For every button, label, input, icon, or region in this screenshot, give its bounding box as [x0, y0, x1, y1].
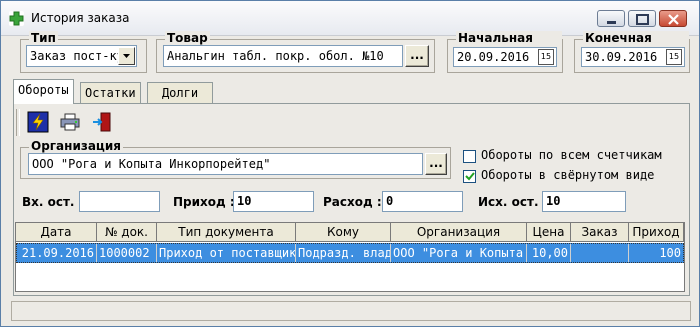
col-header-date[interactable]: Дата	[16, 223, 97, 242]
goods-browse-button[interactable]: ...	[405, 45, 429, 67]
collapsed-view-checkbox[interactable]	[463, 170, 476, 183]
goods-label: Товар	[165, 31, 210, 45]
tab-turnover-label: Обороты	[18, 83, 69, 97]
col-header-docno[interactable]: № док.	[97, 223, 157, 242]
income-value: 10	[237, 194, 252, 208]
tab-turnover[interactable]: Обороты	[13, 79, 74, 104]
tab-balances-label: Остатки	[85, 86, 136, 100]
cell-recipient: Подразд. влад.	[298, 244, 391, 262]
income-label: Приход :	[173, 195, 235, 209]
expense-field[interactable]: 0	[382, 191, 463, 212]
org-value: ООО "Рога и Копыта Инкорпорейтед"	[32, 157, 271, 171]
col-header-order[interactable]: Заказ	[571, 223, 629, 242]
minimize-icon	[607, 21, 616, 24]
all-counters-checkbox[interactable]	[463, 150, 476, 163]
table-row[interactable]: 21.09.2016 1000002 Приход от поставщика …	[16, 243, 684, 263]
type-label: Тип	[29, 31, 58, 45]
window-title: История заказа	[31, 11, 130, 25]
cell-docno: 1000002	[97, 244, 157, 262]
out-balance-value: 10	[546, 194, 561, 208]
all-counters-label: Обороты по всем счетчикам	[481, 148, 662, 162]
start-date-value: 20.09.2016	[457, 50, 530, 64]
cell-organization: ООО "Рога и Копыта	[391, 244, 527, 262]
chevron-down-icon	[123, 54, 130, 58]
history-grid[interactable]: Дата № док. Тип документа Кому Организац…	[15, 222, 685, 292]
col-header-price[interactable]: Цена	[527, 223, 571, 242]
col-header-recipient[interactable]: Кому	[296, 223, 391, 242]
cell-doctype: Приход от поставщика	[159, 244, 296, 262]
org-field[interactable]: ООО "Рога и Копыта Инкорпорейтед"	[28, 153, 423, 175]
in-balance-label: Вх. ост. :	[22, 195, 84, 209]
org-browse-button[interactable]: ...	[425, 153, 447, 175]
tab-debts-label: Долги	[161, 86, 199, 100]
close-button[interactable]	[659, 10, 687, 27]
cell-date: 21.09.2016	[17, 244, 97, 262]
close-icon	[668, 14, 679, 25]
expense-label: Расход :	[323, 195, 382, 209]
maximize-icon	[636, 14, 649, 25]
in-balance-field[interactable]	[79, 191, 160, 212]
tab-balances[interactable]: Остатки	[80, 82, 141, 103]
out-balance-label: Исх. ост. :	[478, 195, 548, 209]
org-label: Организация	[29, 139, 123, 153]
collapsed-view-label: Обороты в свёрнутом виде	[481, 168, 655, 182]
col-header-doctype[interactable]: Тип документа	[157, 223, 296, 242]
app-cross-icon	[9, 11, 24, 26]
goods-value: Анальгин табл. покр. обол. №10	[167, 49, 384, 63]
start-date-calendar-icon[interactable]: 15	[538, 49, 554, 65]
end-date-value: 30.09.2016	[585, 50, 658, 64]
minimize-button[interactable]	[597, 10, 625, 27]
income-field[interactable]: 10	[233, 191, 314, 212]
printer-icon[interactable]	[59, 111, 81, 133]
type-value: Заказ пост-ку	[30, 49, 124, 63]
cell-price: 10,00	[527, 244, 571, 262]
order-history-window: История заказа Тип Заказ пост-ку Товар А…	[0, 0, 700, 327]
tab-debts[interactable]: Долги	[147, 82, 213, 103]
toolbar-grip	[16, 109, 20, 136]
end-date-calendar-icon[interactable]: 15	[666, 49, 682, 65]
status-bar	[11, 301, 691, 321]
cell-order	[571, 244, 629, 262]
checkmark-icon	[465, 172, 475, 181]
col-header-income[interactable]: Приход	[629, 223, 684, 242]
goods-field[interactable]: Анальгин табл. покр. обол. №10	[163, 45, 403, 67]
lightning-icon[interactable]	[27, 111, 49, 133]
col-header-organization[interactable]: Организация	[391, 223, 527, 242]
expense-value: 0	[386, 194, 394, 208]
type-dropdown-button[interactable]	[118, 47, 135, 65]
cell-income: 100	[659, 246, 681, 260]
out-balance-field[interactable]: 10	[542, 191, 626, 212]
maximize-button[interactable]	[628, 10, 656, 27]
exit-door-icon[interactable]	[91, 111, 113, 133]
